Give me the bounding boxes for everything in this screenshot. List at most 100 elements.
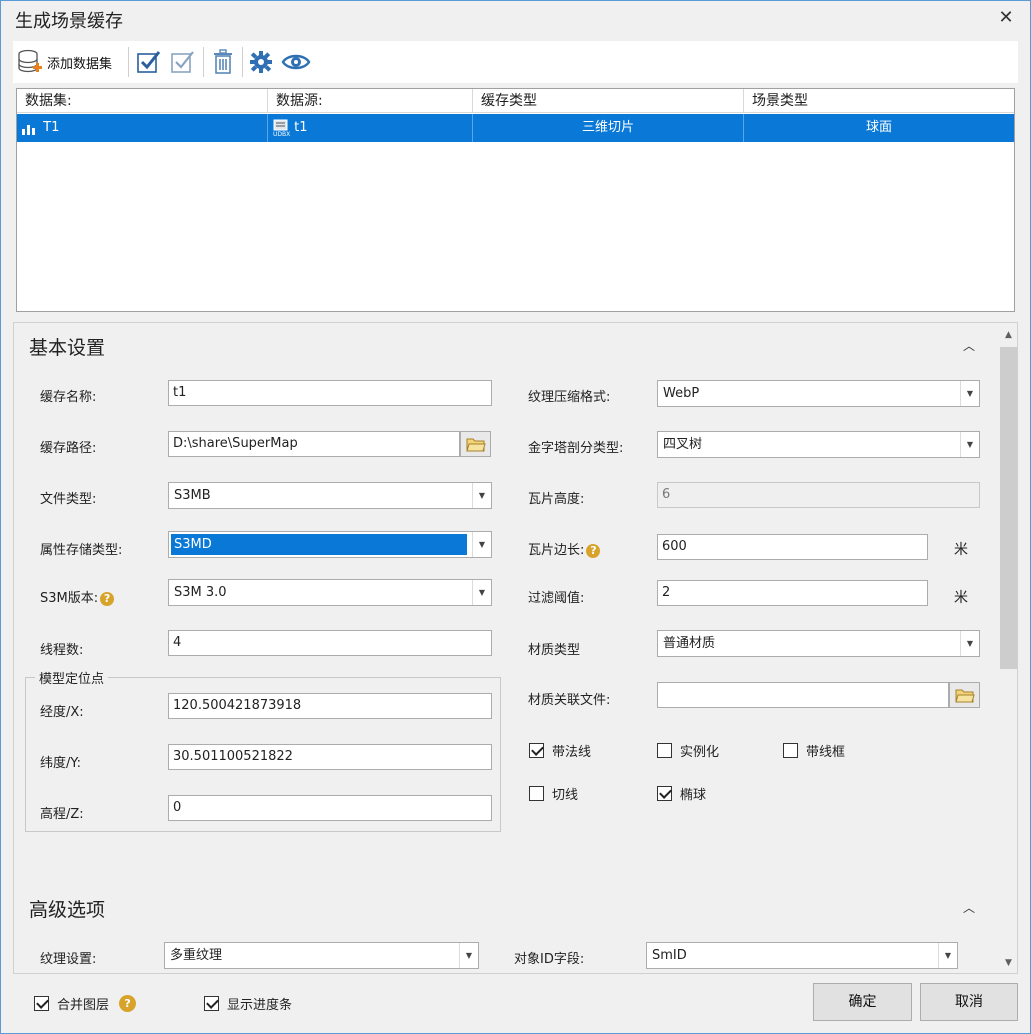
column-header-scene-type[interactable]: 场景类型	[744, 89, 1014, 113]
column-header-dataset[interactable]: 数据集:	[17, 89, 268, 113]
filter-unit: 米	[954, 590, 968, 606]
show-progress-label: 显示进度条	[227, 998, 293, 1013]
tile-edge-input[interactable]: 600	[657, 534, 928, 560]
latitude-label: 纬度/Y:	[40, 756, 81, 771]
toolbar-separator	[242, 47, 243, 77]
wireframe-checkbox[interactable]: 带线框	[783, 741, 845, 760]
dropdown-arrow-icon: ▼	[960, 381, 979, 406]
folder-open-icon	[954, 689, 975, 703]
texture-compress-value: WebP	[663, 386, 700, 401]
normals-label: 带法线	[552, 745, 592, 760]
normals-checkbox[interactable]: 带法线	[529, 741, 591, 760]
settings-panel: 基本设置 ︿ 缓存名称: t1 缓存路径: D:\share\SuperMap …	[13, 322, 1018, 974]
browse-path-button[interactable]	[460, 431, 491, 457]
panel-scrollbar[interactable]: ▲ ▼	[997, 325, 1017, 971]
table-row[interactable]: T1 UDBX t1 三维切片 球面	[17, 114, 1014, 142]
merge-layers-checkbox[interactable]: 合并图层?	[34, 994, 137, 1013]
column-header-datasource[interactable]: 数据源:	[268, 89, 473, 113]
advanced-settings-title: 高级选项	[29, 899, 106, 921]
dataset-name: T1	[43, 120, 60, 135]
pyramid-select[interactable]: 四叉树 ▼	[657, 431, 980, 458]
material-file-input[interactable]	[657, 682, 949, 708]
cell-dataset: T1	[17, 114, 268, 142]
show-progress-checkbox[interactable]: 显示进度条	[204, 994, 292, 1013]
folder-open-icon	[465, 438, 486, 452]
dropdown-arrow-icon: ▼	[459, 943, 478, 968]
cache-path-input[interactable]: D:\share\SuperMap	[168, 431, 460, 457]
s3m-version-select[interactable]: S3M 3.0 ▼	[168, 579, 492, 606]
preview-button[interactable]	[281, 47, 311, 77]
cell-cache-type[interactable]: 三维切片	[473, 114, 744, 142]
texture-compress-label: 纹理压缩格式:	[528, 390, 611, 405]
elevation-label: 高程/Z:	[40, 807, 84, 822]
cancel-button[interactable]: 取消	[920, 983, 1018, 1021]
cell-datasource: UDBX t1	[268, 114, 473, 142]
settings-button[interactable]	[249, 47, 273, 77]
model-dataset-icon	[22, 124, 35, 135]
model-anchor-title: 模型定位点	[35, 668, 109, 687]
help-icon[interactable]: ?	[119, 995, 137, 1012]
trash-icon	[214, 49, 232, 74]
collapse-basic-icon[interactable]: ︿	[962, 337, 976, 353]
ok-button[interactable]: 确定	[813, 983, 912, 1021]
s3m-version-label-text: S3M版本:	[40, 591, 99, 606]
filter-label: 过滤阈值:	[528, 591, 585, 606]
cell-scene-type[interactable]: 球面	[744, 114, 1014, 142]
file-type-select[interactable]: S3MB ▼	[168, 482, 492, 509]
attr-storage-select[interactable]: S3MD ▼	[168, 531, 492, 558]
window-title: 生成场景缓存	[15, 11, 123, 32]
file-type-label: 文件类型:	[40, 492, 97, 507]
help-icon[interactable]: ?	[100, 591, 115, 606]
longitude-input[interactable]: 120.500421873918	[168, 693, 492, 719]
tile-edge-unit: 米	[954, 542, 968, 558]
tile-edge-label-text: 瓦片边长:	[528, 543, 585, 558]
help-icon[interactable]: ?	[586, 543, 601, 558]
dropdown-arrow-icon: ▼	[472, 483, 491, 508]
cache-name-label: 缓存名称:	[40, 390, 97, 405]
material-type-label: 材质类型	[528, 643, 581, 658]
cache-name-input[interactable]: t1	[168, 380, 492, 406]
dropdown-arrow-icon: ▼	[472, 532, 491, 557]
texture-setting-select[interactable]: 多重纹理 ▼	[164, 942, 479, 969]
latitude-input[interactable]: 30.501100521822	[168, 744, 492, 770]
dropdown-arrow-icon: ▼	[960, 631, 979, 656]
column-header-cache-type[interactable]: 缓存类型	[473, 89, 744, 113]
select-inverse-button[interactable]	[170, 47, 196, 77]
instancing-checkbox[interactable]: 实例化	[657, 741, 719, 760]
delete-button[interactable]	[211, 47, 235, 77]
dropdown-arrow-icon: ▼	[938, 943, 957, 968]
datasource-name: t1	[294, 120, 308, 135]
checkbox-checked-icon	[204, 996, 219, 1011]
basic-settings-title: 基本设置	[29, 337, 106, 359]
browse-material-button[interactable]	[949, 682, 980, 708]
scroll-thumb[interactable]	[1000, 347, 1017, 669]
instancing-label: 实例化	[680, 745, 720, 760]
select-all-button[interactable]	[136, 47, 162, 77]
filter-input[interactable]: 2	[657, 580, 928, 606]
object-id-select[interactable]: SmID ▼	[646, 942, 958, 969]
threads-input[interactable]: 4	[168, 630, 492, 656]
texture-setting-value: 多重纹理	[170, 948, 223, 963]
tangent-checkbox[interactable]: 切线	[529, 784, 578, 803]
wireframe-label: 带线框	[806, 745, 846, 760]
ellipsoid-checkbox[interactable]: 椭球	[657, 784, 706, 803]
scroll-up-icon[interactable]: ▲	[1000, 327, 1017, 343]
material-type-value: 普通材质	[663, 636, 716, 651]
collapse-advanced-icon[interactable]: ︿	[962, 899, 976, 915]
checkbox-empty-icon	[657, 743, 672, 758]
checkbox-empty-icon	[783, 743, 798, 758]
tile-height-label: 瓦片高度:	[528, 492, 585, 507]
texture-setting-label: 纹理设置:	[40, 952, 97, 967]
add-dataset-button[interactable]: 添加数据集	[17, 47, 112, 77]
file-type-value: S3MB	[174, 488, 211, 503]
texture-compress-select[interactable]: WebP ▼	[657, 380, 980, 407]
threads-label: 线程数:	[40, 643, 84, 658]
attr-storage-value: S3MD	[171, 534, 467, 555]
material-type-select[interactable]: 普通材质 ▼	[657, 630, 980, 657]
checkbox-checked-icon	[657, 786, 672, 801]
longitude-label: 经度/X:	[40, 705, 84, 720]
scroll-down-icon[interactable]: ▼	[1000, 955, 1017, 971]
close-button[interactable]: ✕	[996, 9, 1016, 29]
elevation-input[interactable]: 0	[168, 795, 492, 821]
pyramid-label: 金字塔剖分类型:	[528, 441, 624, 456]
